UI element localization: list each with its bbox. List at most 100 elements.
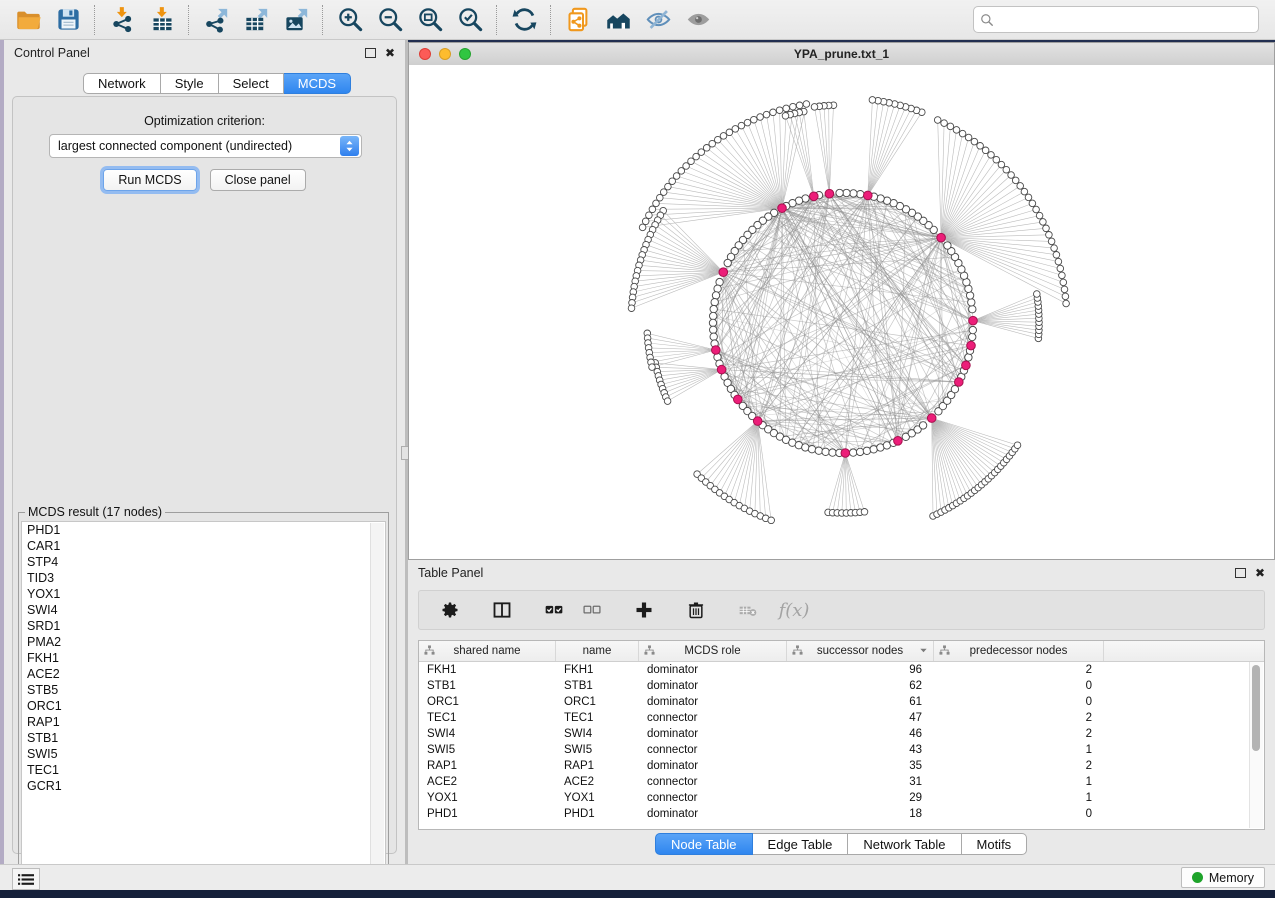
- network-node[interactable]: [724, 259, 731, 266]
- result-node-item[interactable]: SWI5: [22, 746, 385, 762]
- hide-selected-button[interactable]: [638, 3, 678, 37]
- result-node-item[interactable]: ORC1: [22, 698, 385, 714]
- result-list-scrollbar[interactable]: [370, 523, 384, 872]
- mcds-hub-node[interactable]: [927, 414, 936, 423]
- tab-style[interactable]: Style: [161, 73, 219, 94]
- mcds-hub-node[interactable]: [955, 378, 964, 387]
- leaf-node[interactable]: [664, 398, 671, 405]
- leaf-node[interactable]: [1063, 300, 1070, 307]
- refresh-layout-button[interactable]: [504, 3, 544, 37]
- network-node[interactable]: [710, 326, 717, 333]
- leaf-node[interactable]: [732, 126, 739, 133]
- leaf-node[interactable]: [653, 200, 660, 207]
- table-row[interactable]: STB1STB1dominator620: [419, 678, 1264, 694]
- column-header-name[interactable]: name: [556, 641, 639, 661]
- network-node[interactable]: [863, 447, 870, 454]
- leaf-node[interactable]: [1017, 183, 1024, 190]
- leaf-node[interactable]: [1012, 177, 1019, 184]
- leaf-node[interactable]: [1062, 293, 1069, 300]
- leaf-node[interactable]: [1055, 258, 1062, 265]
- result-node-item[interactable]: FKH1: [22, 650, 385, 666]
- leaf-node[interactable]: [790, 103, 797, 110]
- leaf-node[interactable]: [941, 120, 948, 127]
- show-panels-button[interactable]: [12, 868, 40, 890]
- tab-node-table[interactable]: Node Table: [655, 833, 753, 855]
- table-row[interactable]: SWI4SWI4dominator462: [419, 726, 1264, 742]
- run-mcds-button[interactable]: Run MCDS: [103, 169, 196, 191]
- close-panel-icon[interactable]: ✖: [385, 47, 395, 59]
- result-node-item[interactable]: PMA2: [22, 634, 385, 650]
- optimization-criterion-select[interactable]: largest connected component (undirected): [49, 134, 362, 158]
- leaf-node[interactable]: [1025, 194, 1032, 201]
- mcds-hub-node[interactable]: [712, 346, 721, 355]
- zoom-fit-button[interactable]: [410, 3, 450, 37]
- export-network-button[interactable]: [196, 3, 236, 37]
- network-node[interactable]: [822, 448, 829, 455]
- leaf-node[interactable]: [988, 152, 995, 159]
- result-node-item[interactable]: GCR1: [22, 778, 385, 794]
- open-session-button[interactable]: [8, 3, 48, 37]
- leaf-node[interactable]: [934, 117, 941, 124]
- leaf-node[interactable]: [796, 102, 803, 109]
- result-node-item[interactable]: STB5: [22, 682, 385, 698]
- network-node[interactable]: [969, 306, 976, 313]
- leaf-node[interactable]: [1029, 200, 1036, 207]
- leaf-node[interactable]: [642, 218, 649, 225]
- table-row[interactable]: YOX1YOX1connector291: [419, 790, 1264, 806]
- search-input[interactable]: [994, 12, 1252, 28]
- tab-network-table[interactable]: Network Table: [848, 833, 961, 855]
- network-node[interactable]: [968, 299, 975, 306]
- column-header-predecessor-nodes[interactable]: predecessor nodes: [934, 641, 1104, 661]
- leaf-node[interactable]: [1021, 188, 1028, 195]
- network-node[interactable]: [857, 191, 864, 198]
- result-node-item[interactable]: STP4: [22, 554, 385, 570]
- table-options-button[interactable]: [431, 594, 469, 626]
- table-row[interactable]: ACE2ACE2connector311: [419, 774, 1264, 790]
- leaf-node[interactable]: [947, 123, 954, 130]
- split-view-button[interactable]: [483, 594, 521, 626]
- table-row[interactable]: RAP1RAP1dominator352: [419, 758, 1264, 774]
- network-node[interactable]: [714, 285, 721, 292]
- tab-select[interactable]: Select: [219, 73, 284, 94]
- table-row[interactable]: SWI5SWI5connector431: [419, 742, 1264, 758]
- mcds-hub-node[interactable]: [825, 189, 834, 198]
- show-all-button[interactable]: [678, 3, 718, 37]
- mcds-hub-node[interactable]: [778, 204, 787, 213]
- network-canvas[interactable]: [409, 65, 1274, 559]
- leaf-node[interactable]: [1003, 166, 1010, 173]
- column-header-shared-name[interactable]: shared name: [419, 641, 556, 661]
- add-column-button[interactable]: [625, 594, 663, 626]
- leaf-node[interactable]: [770, 109, 777, 116]
- leaf-node[interactable]: [782, 113, 789, 120]
- tab-motifs[interactable]: Motifs: [962, 833, 1028, 855]
- leaf-node[interactable]: [1057, 265, 1064, 272]
- leaf-node[interactable]: [649, 206, 656, 213]
- result-node-item[interactable]: TID3: [22, 570, 385, 586]
- leaf-node[interactable]: [639, 224, 646, 231]
- result-node-item[interactable]: CAR1: [22, 538, 385, 554]
- leaf-node[interactable]: [768, 517, 775, 524]
- mcds-result-list[interactable]: PHD1CAR1STP4TID3YOX1SWI4SRD1PMA2FKH1ACE2…: [21, 521, 386, 874]
- table-row[interactable]: FKH1FKH1dominator962: [419, 662, 1264, 678]
- leaf-node[interactable]: [646, 212, 653, 219]
- result-node-item[interactable]: RAP1: [22, 714, 385, 730]
- leaf-node[interactable]: [776, 107, 783, 114]
- tab-mcds[interactable]: MCDS: [284, 73, 351, 94]
- leaf-node[interactable]: [959, 130, 966, 137]
- network-node[interactable]: [836, 189, 843, 196]
- float-panel-icon[interactable]: [1235, 568, 1246, 578]
- network-node[interactable]: [870, 446, 877, 453]
- network-node[interactable]: [965, 354, 972, 361]
- leaf-node[interactable]: [982, 147, 989, 154]
- column-header-MCDS-role[interactable]: MCDS role: [639, 641, 787, 661]
- table-row[interactable]: TEC1TEC1connector472: [419, 710, 1264, 726]
- network-node[interactable]: [850, 449, 857, 456]
- network-node[interactable]: [808, 446, 815, 453]
- mcds-hub-node[interactable]: [937, 233, 946, 242]
- mcds-hub-node[interactable]: [810, 192, 819, 201]
- memory-button[interactable]: Memory: [1181, 867, 1265, 888]
- mcds-hub-node[interactable]: [717, 365, 726, 374]
- mcds-hub-node[interactable]: [894, 437, 903, 446]
- network-node[interactable]: [829, 449, 836, 456]
- export-image-button[interactable]: [276, 3, 316, 37]
